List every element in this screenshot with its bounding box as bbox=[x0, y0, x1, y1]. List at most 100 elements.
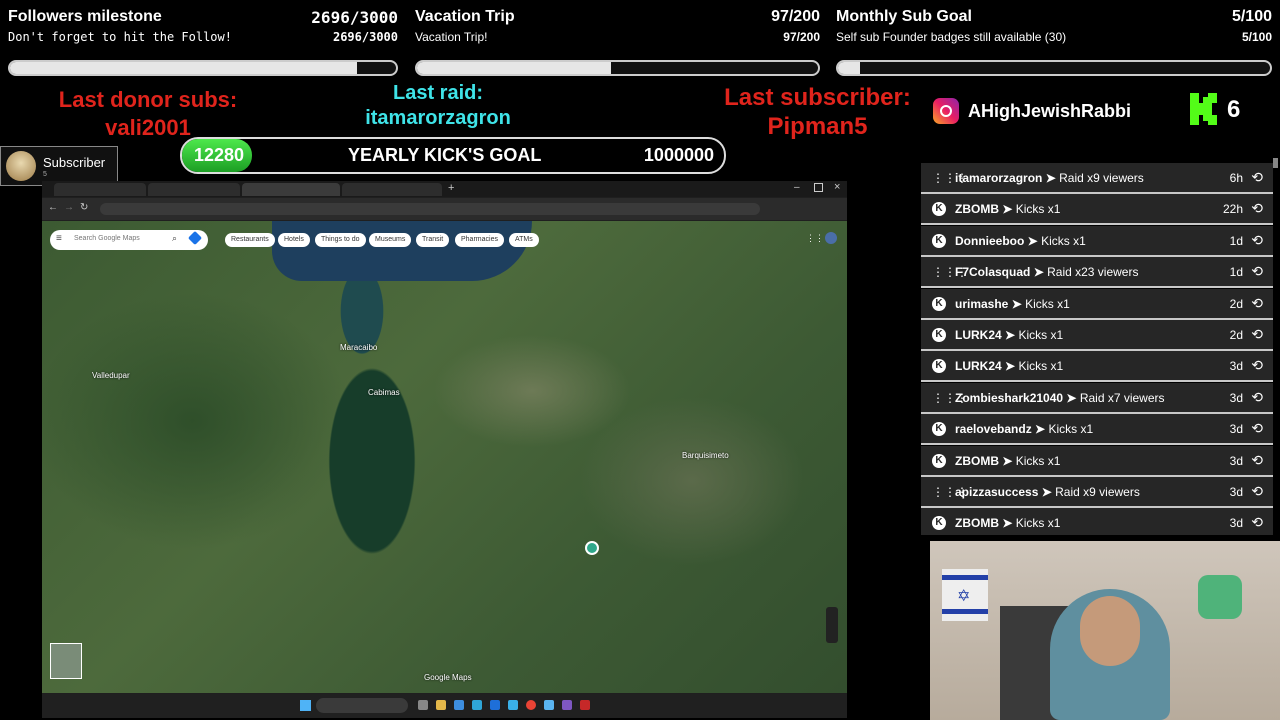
profile-icon[interactable] bbox=[825, 232, 837, 244]
feed-user: raelovebandz bbox=[955, 422, 1032, 437]
map-search-placeholder: Search Google Maps bbox=[74, 235, 140, 242]
feed-action: Raid x7 viewers bbox=[1079, 390, 1165, 405]
reload-icon[interactable]: ↻ bbox=[80, 202, 88, 213]
address-bar: ← → ↻ bbox=[42, 198, 847, 220]
minimize-icon[interactable]: – bbox=[794, 182, 800, 193]
chip-museums[interactable]: Museums bbox=[369, 233, 412, 247]
search-icon[interactable]: ⌕ bbox=[172, 233, 177, 244]
feed-row: K ZBOMB ➤ Kicks x1 3d ⟲ bbox=[921, 445, 1273, 477]
close-icon[interactable]: × bbox=[834, 181, 840, 193]
feed-time: 3d bbox=[1229, 422, 1243, 437]
last-donor-title: Last donor subs: bbox=[58, 87, 238, 112]
feed-action: Kicks x1 bbox=[1015, 453, 1061, 468]
browser-tab-bar: + – × bbox=[42, 181, 847, 197]
activity-feed: ⋮⋮⋮ itamarorzagron ➤ Raid x9 viewers 6h ⟲ K Z… bbox=[921, 163, 1273, 535]
taskbar-app-icon[interactable] bbox=[562, 700, 572, 710]
taskbar-app-icon[interactable] bbox=[436, 700, 446, 710]
yearly-kick-goal: 12280 YEARLY KICK'S GOAL 1000000 bbox=[180, 137, 726, 174]
feed-time: 22h bbox=[1222, 202, 1243, 217]
feed-action: Raid x23 viewers bbox=[1047, 265, 1139, 280]
menu-icon[interactable]: ≡ bbox=[56, 233, 62, 244]
replay-icon[interactable]: ⟲ bbox=[1251, 295, 1263, 312]
chip-restaurants[interactable]: Restaurants bbox=[225, 233, 275, 247]
layers-thumbnail[interactable] bbox=[50, 643, 82, 679]
taskbar-app-icon[interactable] bbox=[526, 700, 536, 710]
feed-action: Raid x9 viewers bbox=[1059, 171, 1144, 185]
new-tab-button[interactable]: + bbox=[448, 182, 454, 194]
feed-row: K ZBOMB ➤ Kicks x1 3d ⟲ bbox=[921, 508, 1273, 535]
taskbar-app-icon[interactable] bbox=[472, 700, 482, 710]
windows-start-icon[interactable] bbox=[300, 700, 311, 711]
browser-tab[interactable] bbox=[342, 183, 442, 196]
feed-entry: apizzasuccess ➤ Raid x9 viewers bbox=[955, 485, 1140, 499]
feed-action: Kicks x1 bbox=[1015, 202, 1061, 217]
apps-grid-icon[interactable]: ⋮⋮ bbox=[806, 233, 824, 244]
feed-time: 2d bbox=[1229, 328, 1243, 342]
feed-entry: ZBOMB ➤ Kicks x1 bbox=[955, 454, 1060, 468]
raid-icon: ⋮⋮⋮ bbox=[932, 265, 968, 280]
maximize-icon[interactable] bbox=[814, 183, 823, 192]
kick-icon: K bbox=[932, 202, 946, 217]
replay-icon[interactable]: ⟲ bbox=[1251, 420, 1263, 437]
subscriber-badge: Subscriber 5 bbox=[0, 146, 118, 186]
google-map[interactable]: ≡ Search Google Maps ⌕ Restaurants Hotel… bbox=[42, 221, 847, 693]
chip-hotels[interactable]: Hotels bbox=[278, 233, 310, 247]
feed-time: 3d bbox=[1229, 359, 1243, 374]
replay-icon[interactable]: ⟲ bbox=[1251, 357, 1263, 374]
zoom-control[interactable] bbox=[826, 607, 838, 643]
taskbar-search[interactable] bbox=[316, 698, 408, 713]
feed-user: urimashe bbox=[955, 296, 1009, 311]
browser-tab[interactable] bbox=[242, 183, 340, 196]
map-pin-icon[interactable] bbox=[585, 541, 599, 555]
url-field[interactable] bbox=[100, 203, 760, 215]
goal-progress-bar bbox=[836, 60, 1272, 76]
replay-icon[interactable]: ⟲ bbox=[1251, 200, 1263, 217]
feed-entry: Donnieeboo ➤ Kicks x1 bbox=[955, 234, 1086, 248]
taskbar-app-icon[interactable] bbox=[508, 700, 518, 710]
taskbar-app-icon[interactable] bbox=[454, 700, 464, 710]
taskbar-app-icon[interactable] bbox=[490, 700, 500, 710]
kick-count: 6 bbox=[1227, 96, 1241, 123]
feed-scrollbar[interactable] bbox=[1273, 158, 1278, 168]
feed-user: itamarorzagron bbox=[955, 171, 1043, 185]
replay-icon[interactable]: ⟲ bbox=[1251, 263, 1263, 280]
map-search-input[interactable]: ≡ Search Google Maps ⌕ bbox=[50, 230, 208, 250]
feed-entry: F7Colasquad ➤ Raid x23 viewers bbox=[955, 265, 1138, 279]
instagram-icon bbox=[933, 98, 959, 124]
replay-icon[interactable]: ⟲ bbox=[1251, 389, 1263, 406]
replay-icon[interactable]: ⟲ bbox=[1251, 326, 1263, 343]
taskbar-app-icon[interactable] bbox=[418, 700, 428, 710]
chip-atms[interactable]: ATMs bbox=[509, 233, 539, 247]
replay-icon[interactable]: ⟲ bbox=[1251, 169, 1263, 186]
replay-icon[interactable]: ⟲ bbox=[1251, 514, 1263, 531]
feed-entry: raelovebandz ➤ Kicks x1 bbox=[955, 422, 1093, 436]
feed-user: Zombieshark21040 bbox=[955, 390, 1064, 405]
map-label: Google Maps bbox=[424, 673, 472, 682]
instagram-handle: AHighJewishRabbi bbox=[968, 101, 1132, 121]
subscriber-count: 5 bbox=[43, 171, 47, 178]
goal-subvalue: 5/100 bbox=[1241, 30, 1272, 44]
chip-things-to-do[interactable]: Things to do bbox=[315, 233, 366, 247]
chip-pharmacies[interactable]: Pharmacies bbox=[455, 233, 504, 247]
browser-tab[interactable] bbox=[148, 183, 240, 196]
goal-subtitle: Vacation Trip! bbox=[415, 30, 488, 44]
chip-transit[interactable]: Transit bbox=[416, 233, 450, 247]
replay-icon[interactable]: ⟲ bbox=[1251, 452, 1263, 469]
browser-tab[interactable] bbox=[54, 183, 146, 196]
forward-icon[interactable]: → bbox=[64, 202, 74, 213]
feed-user: ZBOMB bbox=[955, 516, 999, 531]
feed-action: Kicks x1 bbox=[1018, 359, 1064, 374]
feed-row: K ZBOMB ➤ Kicks x1 22h ⟲ bbox=[921, 194, 1273, 226]
feed-action: Kicks x1 bbox=[1015, 516, 1061, 531]
goal-subvalue: 2696/3000 bbox=[332, 30, 398, 44]
back-icon[interactable]: ← bbox=[48, 202, 58, 213]
directions-icon[interactable] bbox=[187, 230, 203, 246]
replay-icon[interactable]: ⟲ bbox=[1251, 483, 1263, 500]
map-label: Valledupar bbox=[92, 371, 130, 380]
taskbar-app-icon[interactable] bbox=[544, 700, 554, 710]
feed-user: LURK24 bbox=[955, 359, 1002, 374]
taskbar-app-icon[interactable] bbox=[580, 700, 590, 710]
goal-vacation: Vacation Trip 97/200 Vacation Trip! 97/2… bbox=[415, 6, 820, 76]
replay-icon[interactable]: ⟲ bbox=[1251, 232, 1263, 249]
kick-icon: K bbox=[932, 453, 946, 468]
